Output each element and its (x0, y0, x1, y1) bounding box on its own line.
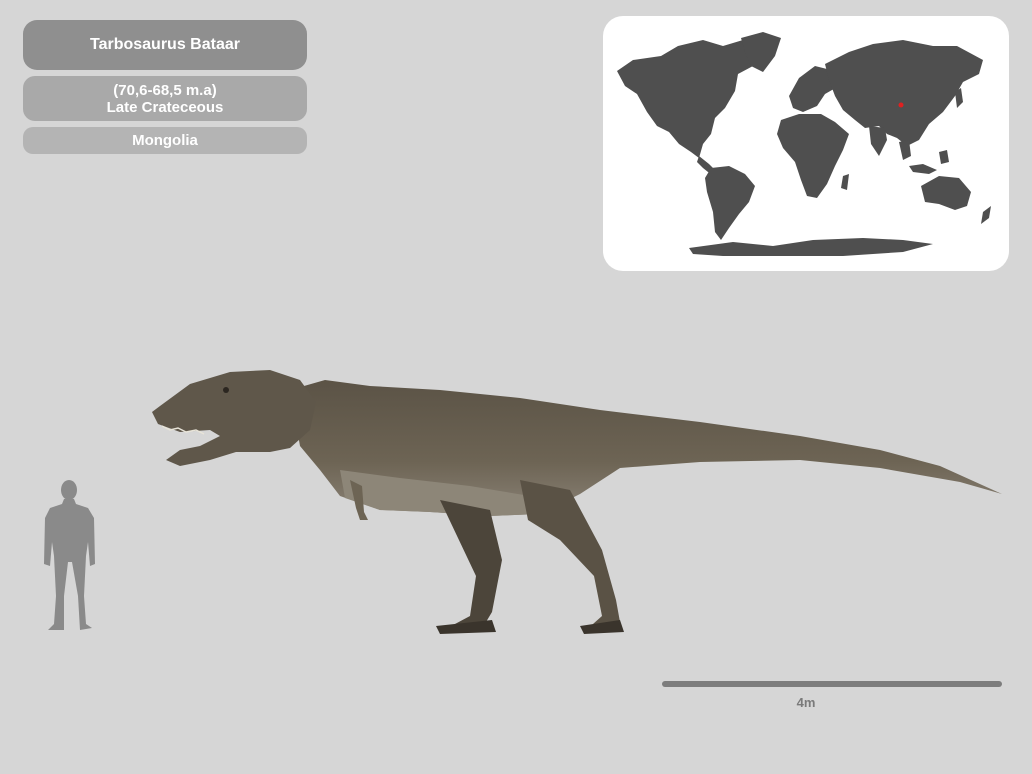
human-silhouette (44, 480, 95, 630)
species-name-label: Tarbosaurus Bataar (23, 20, 307, 70)
new-zealand-shape (981, 206, 991, 224)
australia-shape (921, 176, 971, 210)
location-text: Mongolia (132, 132, 198, 149)
species-name-text: Tarbosaurus Bataar (90, 36, 240, 53)
scale-label: 4m (796, 695, 816, 710)
madagascar-shape (841, 174, 849, 190)
india-shape (869, 126, 887, 156)
scale-bar (662, 681, 1002, 687)
locality-marker (898, 102, 904, 108)
period-text: Late Crateceous (106, 98, 224, 116)
location-label: Mongolia (23, 127, 307, 154)
age-period-label: (70,6-68,5 m.a) Late Crateceous (23, 76, 307, 121)
tarbosaurus-illustration (152, 370, 1002, 634)
world-map-graphic (617, 32, 991, 256)
north-america-shape (617, 40, 763, 158)
antarctica-shape (689, 238, 933, 256)
africa-shape (777, 114, 849, 198)
southeast-asia-shape (899, 140, 949, 174)
world-map (603, 16, 1009, 271)
south-america-shape (705, 166, 755, 240)
age-range-text: (70,6-68,5 m.a) (113, 81, 217, 99)
